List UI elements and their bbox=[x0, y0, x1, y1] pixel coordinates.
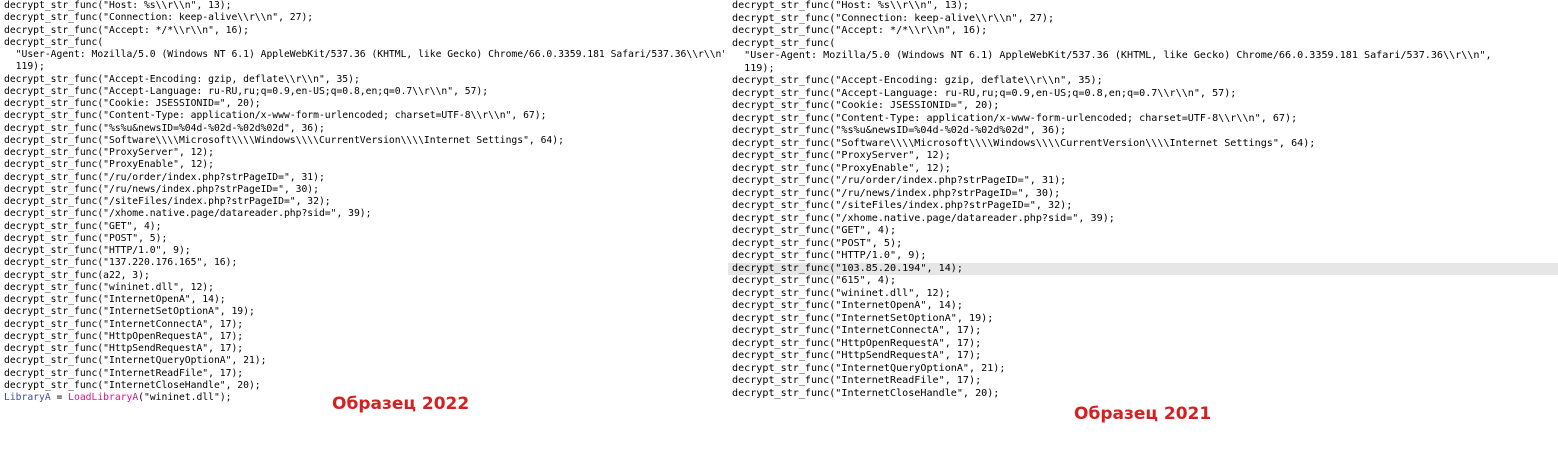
code-line[interactable]: decrypt_str_func("InternetOpenA", 14); bbox=[0, 294, 724, 306]
code-line[interactable]: decrypt_str_func("Accept: */*\\r\\n", 16… bbox=[728, 25, 1558, 38]
sample-label-2022: Образец 2022 bbox=[332, 394, 470, 414]
code-line[interactable]: decrypt_str_func("HttpOpenRequestA", 17)… bbox=[728, 338, 1558, 351]
code-line[interactable]: decrypt_str_func("HttpSendRequestA", 17)… bbox=[0, 343, 724, 355]
code-line[interactable]: decrypt_str_func( bbox=[0, 37, 724, 49]
code-line[interactable]: decrypt_str_func("615", 4); bbox=[728, 275, 1558, 288]
code-line[interactable]: decrypt_str_func("Cookie: JSESSIONID=", … bbox=[0, 98, 724, 110]
code-line[interactable]: decrypt_str_func("/ru/news/index.php?str… bbox=[0, 184, 724, 196]
code-line[interactable]: decrypt_str_func("GET", 4); bbox=[0, 221, 724, 233]
code-line[interactable]: decrypt_str_func("InternetCloseHandle", … bbox=[728, 388, 1558, 401]
code-line[interactable]: decrypt_str_func("/siteFiles/index.php?s… bbox=[728, 200, 1558, 213]
code-line[interactable]: decrypt_str_func("InternetReadFile", 17)… bbox=[728, 375, 1558, 388]
sample-label-2021: Образец 2021 bbox=[1074, 404, 1212, 424]
code-line[interactable]: decrypt_str_func("POST", 5); bbox=[0, 233, 724, 245]
code-line[interactable]: decrypt_str_func("ProxyServer", 12); bbox=[728, 150, 1558, 163]
code-line[interactable]: decrypt_str_func("InternetSetOptionA", 1… bbox=[0, 306, 724, 318]
code-line[interactable]: decrypt_str_func("InternetSetOptionA", 1… bbox=[728, 313, 1558, 326]
code-line[interactable]: decrypt_str_func("InternetCloseHandle", … bbox=[0, 380, 724, 392]
code-line[interactable]: "User-Agent: Mozilla/5.0 (Windows NT 6.1… bbox=[728, 50, 1558, 63]
code-line[interactable]: 119); bbox=[728, 63, 1558, 76]
code-line[interactable]: decrypt_str_func("103.85.20.194", 14); bbox=[728, 262, 1558, 275]
code-line[interactable]: decrypt_str_func("Accept-Encoding: gzip,… bbox=[728, 75, 1558, 88]
code-line[interactable]: decrypt_str_func("/xhome.native.page/dat… bbox=[728, 213, 1558, 226]
code-line[interactable]: decrypt_str_func("HTTP/1.0", 9); bbox=[728, 250, 1558, 263]
code-line[interactable]: decrypt_str_func("InternetReadFile", 17)… bbox=[0, 368, 724, 380]
operator-token: = bbox=[50, 392, 69, 403]
args-token: ("wininet.dll"); bbox=[138, 392, 232, 403]
code-panel-2022[interactable]: decrypt_str_func("Host: %s\\r\\n", 13); d… bbox=[0, 0, 724, 454]
code-line[interactable]: decrypt_str_func("InternetConnectA", 17)… bbox=[0, 319, 724, 331]
code-line[interactable]: decrypt_str_func("HttpOpenRequestA", 17)… bbox=[0, 331, 724, 343]
code-line[interactable]: decrypt_str_func("Host: %s\\r\\n", 13); bbox=[728, 0, 1558, 13]
code-line[interactable]: decrypt_str_func("Accept-Language: ru-RU… bbox=[728, 88, 1558, 101]
code-line[interactable]: decrypt_str_func("POST", 5); bbox=[728, 238, 1558, 251]
code-panel-2021[interactable]: decrypt_str_func("Host: %s\\r\\n", 13); d… bbox=[728, 0, 1558, 454]
code-line[interactable]: decrypt_str_func("Cookie: JSESSIONID=", … bbox=[728, 100, 1558, 113]
code-line[interactable]: decrypt_str_func("InternetConnectA", 17)… bbox=[728, 325, 1558, 338]
code-line[interactable]: decrypt_str_func("/ru/order/index.php?st… bbox=[728, 175, 1558, 188]
code-line[interactable]: decrypt_str_func("Content-Type: applicat… bbox=[0, 110, 724, 122]
code-line[interactable]: decrypt_str_func("%s%u&newsID=%04d-%02d-… bbox=[0, 123, 724, 135]
code-line[interactable]: decrypt_str_func("Content-Type: applicat… bbox=[728, 113, 1558, 126]
code-line[interactable]: decrypt_str_func("%s%u&newsID=%04d-%02d-… bbox=[728, 125, 1558, 138]
code-line[interactable]: decrypt_str_func("/ru/news/index.php?str… bbox=[728, 188, 1558, 201]
code-line[interactable]: decrypt_str_func("HttpSendRequestA", 17)… bbox=[728, 350, 1558, 363]
code-line[interactable]: decrypt_str_func("GET", 4); bbox=[728, 225, 1558, 238]
code-line[interactable]: decrypt_str_func("HTTP/1.0", 9); bbox=[0, 245, 724, 257]
code-line[interactable]: decrypt_str_func("Software\\\\Microsoft\… bbox=[728, 138, 1558, 151]
function-token: LoadLibraryA bbox=[68, 392, 139, 403]
variable-token: LibraryA bbox=[4, 392, 51, 403]
code-line[interactable]: decrypt_str_func("Accept: */*\\r\\n", 16… bbox=[0, 25, 724, 37]
code-line[interactable]: decrypt_str_func("Accept-Encoding: gzip,… bbox=[0, 74, 724, 86]
code-line[interactable]: decrypt_str_func("InternetOpenA", 14); bbox=[728, 300, 1558, 313]
code-line[interactable]: decrypt_str_func("InternetQueryOptionA",… bbox=[728, 363, 1558, 376]
code-line[interactable]: decrypt_str_func("ProxyServer", 12); bbox=[0, 147, 724, 159]
code-line[interactable]: decrypt_str_func("Accept-Language: ru-RU… bbox=[0, 86, 724, 98]
code-line[interactable]: decrypt_str_func("ProxyEnable", 12); bbox=[728, 163, 1558, 176]
code-line[interactable]: decrypt_str_func(a22, 3); bbox=[0, 270, 724, 282]
code-line[interactable]: decrypt_str_func("Host: %s\\r\\n", 13); bbox=[0, 0, 724, 12]
code-line[interactable]: decrypt_str_func("/siteFiles/index.php?s… bbox=[0, 196, 724, 208]
code-line[interactable]: decrypt_str_func("/ru/order/index.php?st… bbox=[0, 172, 724, 184]
code-line[interactable]: decrypt_str_func("Software\\\\Microsoft\… bbox=[0, 135, 724, 147]
code-line[interactable]: decrypt_str_func("wininet.dll", 12); bbox=[728, 288, 1558, 301]
code-line[interactable]: "User-Agent: Mozilla/5.0 (Windows NT 6.1… bbox=[0, 49, 724, 61]
code-line[interactable]: decrypt_str_func("Connection: keep-alive… bbox=[0, 12, 724, 24]
code-line[interactable]: decrypt_str_func("Connection: keep-alive… bbox=[728, 13, 1558, 26]
code-line[interactable]: decrypt_str_func("/xhome.native.page/dat… bbox=[0, 208, 724, 220]
code-line[interactable]: decrypt_str_func("ProxyEnable", 12); bbox=[0, 159, 724, 171]
code-line[interactable]: decrypt_str_func("wininet.dll", 12); bbox=[0, 282, 724, 294]
code-line[interactable]: decrypt_str_func("137.220.176.165", 16); bbox=[0, 257, 724, 269]
code-line[interactable]: decrypt_str_func( bbox=[728, 38, 1558, 51]
code-line[interactable]: 119); bbox=[0, 61, 724, 73]
code-line[interactable]: decrypt_str_func("InternetQueryOptionA",… bbox=[0, 355, 724, 367]
